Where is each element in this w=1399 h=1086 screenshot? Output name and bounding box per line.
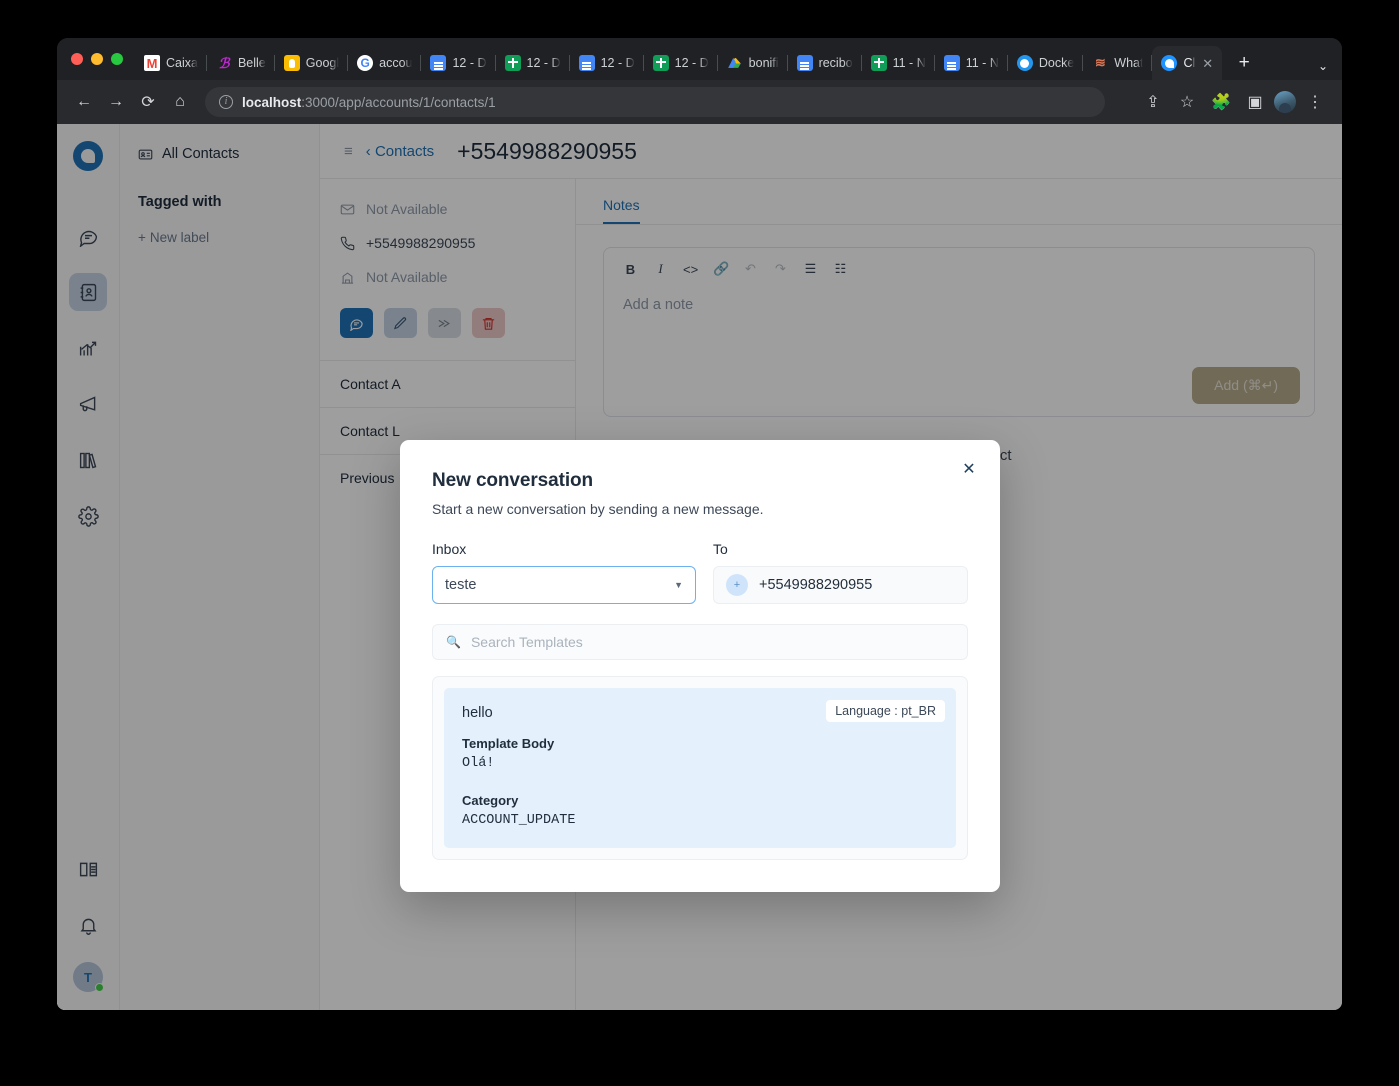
url-path: :3000/app/accounts/1/contacts/1 [301,94,496,110]
template-category-value: ACCOUNT_UPDATE [462,813,576,828]
close-icon[interactable]: ✕ [958,458,980,480]
tab-title: Belle [237,56,266,70]
forward-icon[interactable]: → [101,87,131,117]
new-conversation-modal: ✕ New conversation Start a new conversat… [400,440,1000,892]
to-input[interactable]: + +5549988290955 [713,566,968,604]
google-drive-icon [727,55,743,71]
browser-tab[interactable]: recibo [788,46,862,80]
tab-title: 12 - D [674,56,709,70]
tab-title: accou [379,56,413,70]
url-text: localhost:3000/app/accounts/1/contacts/1 [242,95,496,110]
browser-tab[interactable]: Gaccou [348,46,422,80]
browser-tab[interactable]: M Caixa [135,46,207,80]
modal-fields: Inbox teste ▼ To + +5549988290955 [432,541,968,604]
tab-title: 12 - D [600,56,635,70]
address-bar[interactable]: i localhost:3000/app/accounts/1/contacts… [205,87,1105,117]
browser-tab[interactable]: Docke [1008,46,1084,80]
tab-title: Caixa [166,56,198,70]
google-docs-icon [943,55,960,71]
gmail-icon: M [144,55,160,71]
google-icon: G [357,55,374,71]
extensions-puzzle-icon[interactable]: 🧩 [1206,87,1236,117]
browser-tab[interactable]: ≋ What [1083,46,1153,80]
belle-icon: ℬ [218,55,230,71]
tab-title: 11 - N [892,56,926,70]
browser-profile-avatar[interactable] [1274,91,1296,113]
tab-title: Cl [1183,56,1196,70]
tab-title: 11 - N [965,56,999,70]
browser-tab[interactable]: 11 - N [862,46,935,80]
to-label: To [713,541,728,557]
tab-list: M Caixa ℬ Belle Googl Gaccou 12 - D 12 - D… [135,38,1342,80]
google-docs-icon [430,55,447,71]
tab-title: Docke [1038,56,1075,70]
search-templates-input[interactable]: 🔍 Search Templates [432,624,968,660]
browser-tab[interactable]: bonifi [718,46,788,80]
to-field: To + +5549988290955 [713,541,968,604]
browser-tab[interactable]: 12 - D [570,46,644,80]
search-icon: 🔍 [446,635,461,649]
browser-tab[interactable]: Googl [275,46,349,80]
google-sheets-icon [870,55,887,71]
url-host: localhost [242,94,302,110]
browser-tab-active[interactable]: Cl ✕ [1152,46,1223,80]
add-recipient-icon[interactable]: + [726,574,748,596]
new-tab-button[interactable]: + [1230,49,1258,77]
chevron-down-icon[interactable]: ⌄ [1318,59,1328,73]
home-icon[interactable]: ⌂ [165,87,195,117]
tab-title: Googl [305,56,340,70]
templates-list: hello Language : pt_BR Template Body Olá… [432,676,968,860]
browser-toolbar: ← → ⟳ ⌂ i localhost:3000/app/accounts/1/… [57,80,1342,124]
tab-title: bonifi [748,56,779,70]
back-icon[interactable]: ← [69,87,99,117]
template-body-label: Template Body [462,736,555,751]
site-info-icon[interactable]: i [219,95,233,109]
maximize-window-button[interactable] [111,53,123,65]
google-keep-icon [283,55,300,71]
template-category-label: Category [462,793,519,808]
google-docs-icon [578,55,595,71]
template-body-value: Olá! [462,756,495,771]
inbox-field: Inbox teste ▼ [432,541,696,604]
reload-icon[interactable]: ⟳ [133,87,163,117]
tab-title: 12 - D [526,56,561,70]
close-tab-icon[interactable]: ✕ [1202,57,1213,70]
whatsapp-icon: ≋ [1094,55,1106,70]
template-item[interactable]: hello Language : pt_BR Template Body Olá… [444,688,956,848]
inbox-select[interactable]: teste ▼ [432,566,696,604]
tab-title: 12 - D [452,56,487,70]
share-icon[interactable]: ⇪ [1138,87,1168,117]
window-controls [67,38,135,80]
toolbar-right: ⇪ ☆ 🧩 ▣ ⋮ [1138,87,1330,117]
chevron-down-icon: ▼ [674,580,683,590]
template-language-badge: Language : pt_BR [826,700,945,722]
inbox-selected-value: teste [445,577,477,593]
browser-tab-strip: M Caixa ℬ Belle Googl Gaccou 12 - D 12 - D… [57,38,1342,80]
browser-tab[interactable]: 12 - D [644,46,718,80]
tab-title: recibo [818,56,853,70]
inbox-label: Inbox [432,541,467,557]
browser-tab[interactable]: ℬ Belle [207,46,275,80]
google-docs-icon [796,55,813,71]
to-value: +5549988290955 [759,577,873,593]
modal-title: New conversation [432,470,594,491]
browser-tab[interactable]: 11 - N [935,46,1008,80]
browser-tab[interactable]: 12 - D [421,46,496,80]
google-sheets-icon [504,55,521,71]
page-viewport: T All Contacts Tagged with + New label ≡… [57,124,1342,1010]
modal-subtitle: Start a new conversation by sending a ne… [432,501,764,517]
chrome-menu-icon[interactable]: ⋮ [1300,87,1330,117]
bookmark-star-icon[interactable]: ☆ [1172,87,1202,117]
browser-tab[interactable]: 12 - D [496,46,570,80]
search-placeholder: Search Templates [470,634,583,650]
docker-icon [1016,55,1033,71]
chatwoot-icon [1161,55,1178,71]
sidepanel-icon[interactable]: ▣ [1240,87,1270,117]
minimize-window-button[interactable] [91,53,103,65]
tab-title: What [1114,56,1144,70]
browser-window: M Caixa ℬ Belle Googl Gaccou 12 - D 12 - D… [57,38,1342,1010]
close-window-button[interactable] [71,53,83,65]
google-sheets-icon [652,55,669,71]
